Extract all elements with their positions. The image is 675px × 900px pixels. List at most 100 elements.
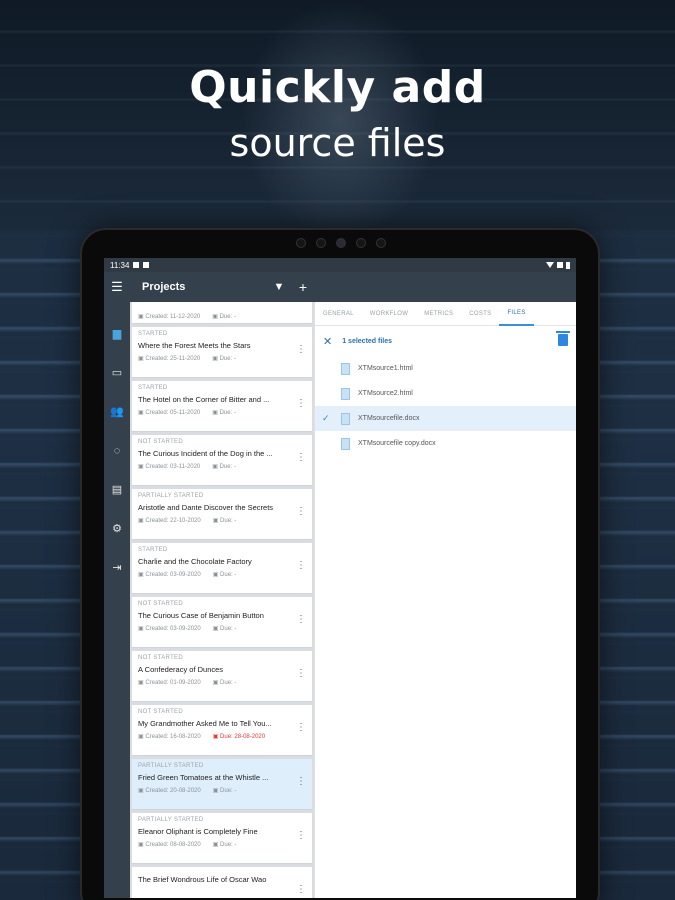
project-card[interactable]: NOT STARTED My Grandmother Asked Me to Te…: [132, 705, 312, 756]
tab-costs[interactable]: COSTS: [461, 302, 499, 326]
due-date: ▣ Due: -: [212, 680, 237, 686]
logout-icon[interactable]: ⇥: [104, 548, 130, 587]
due-date: ▣ Due: -: [212, 572, 237, 578]
project-name: Fried Green Tomatoes at the Whistle ...: [138, 773, 269, 782]
project-name: A Confederacy of Dunces: [138, 665, 224, 674]
project-meta: ▣ Created: 20-08-2020 ▣ Due: -: [138, 787, 306, 794]
navigation-rail: ▆ ▭ 👥 ◌ ▤ ⚙ ⇥: [104, 302, 130, 898]
status-time: 11:34: [110, 260, 130, 270]
project-name: Eleanor Oliphant is Completely Fine: [138, 827, 258, 836]
due-date: ▣ Due: -: [212, 626, 237, 632]
sensor-icon: [356, 238, 366, 248]
project-card[interactable]: NOT STARTED The Curious Case of Benjamin …: [132, 597, 312, 648]
project-card[interactable]: NOT STARTED The Curious Incident of the D…: [132, 435, 312, 486]
status-bar: 11:34: [104, 258, 576, 272]
more-vert-icon[interactable]: ⋮: [296, 723, 306, 733]
more-vert-icon[interactable]: ⋮: [296, 345, 306, 355]
project-status: STARTED: [138, 331, 168, 337]
file-name: XTMsourcefile copy.docx: [358, 440, 436, 447]
wifi-icon: [546, 262, 554, 268]
project-name: The Curious Case of Benjamin Button: [138, 611, 264, 620]
file-row[interactable]: ✓ XTMsourcefile.docx: [315, 406, 576, 431]
more-vert-icon[interactable]: ⋮: [296, 399, 306, 409]
project-card[interactable]: PARTIALLY STARTED Eleanor Oliphant is Com…: [132, 813, 312, 864]
headline-line-2: source files: [229, 121, 446, 165]
created-date: ▣ Created: 03-11-2020: [138, 464, 201, 470]
project-name: Where the Forest Meets the Stars: [138, 341, 251, 350]
trash-icon[interactable]: [556, 331, 570, 346]
refresh-icon[interactable]: ◌: [104, 431, 130, 470]
hamburger-icon[interactable]: ☰: [104, 279, 130, 295]
detail-tabs: GENERAL WORKFLOW METRICS COSTS FILES: [315, 302, 576, 326]
people-icon[interactable]: 👥: [104, 392, 130, 431]
project-card[interactable]: STARTED Charlie and the Chocolate Factory…: [132, 543, 312, 594]
selection-count: 1 selected files: [342, 337, 393, 345]
selection-bar: ✕ 1 selected files: [315, 326, 576, 356]
file-name: XTMsource2.html: [358, 390, 413, 397]
close-icon[interactable]: ✕: [323, 335, 332, 348]
more-vert-icon[interactable]: ⋮: [296, 831, 306, 841]
more-vert-icon[interactable]: ⋮: [296, 885, 306, 895]
sd-card-icon: [143, 262, 150, 268]
screen: 11:34 ☰ Projects ▼ + ▆ ▭ 👥 ◌ ▤ ⚙ ⇥ ▣ Created: …: [104, 258, 576, 898]
battery-icon: [566, 261, 570, 269]
camera-icon: [336, 238, 346, 248]
tab-workflow[interactable]: WORKFLOW: [362, 302, 416, 326]
project-name: The Brief Wondrous Life of Oscar Wao: [138, 875, 267, 884]
created-date: ▣ Created: 03-09-2020: [138, 626, 201, 632]
project-name: Charlie and the Chocolate Factory: [138, 557, 252, 566]
file-row[interactable]: XTMsourcefile copy.docx: [315, 431, 576, 456]
file-icon: [341, 437, 350, 450]
filter-icon[interactable]: ▼: [267, 281, 291, 293]
background-left-steps: [0, 230, 90, 900]
created-date: ▣ Created: 08-08-2020: [138, 842, 201, 848]
project-status: NOT STARTED: [138, 709, 183, 715]
project-card[interactable]: PARTIALLY STARTED Fried Green Tomatoes at…: [132, 759, 312, 810]
project-status: PARTIALLY STARTED: [138, 817, 204, 823]
project-card[interactable]: The Brief Wondrous Life of Oscar Wao ⋮: [132, 867, 312, 898]
created-date: ▣ Created: 05-11-2020: [138, 410, 201, 416]
gear-icon[interactable]: ⚙: [104, 509, 130, 548]
more-vert-icon[interactable]: ⋮: [296, 777, 306, 787]
project-card[interactable]: ▣ Created: 11-12-2020 ▣ Due: -: [132, 302, 312, 324]
project-card[interactable]: NOT STARTED A Confederacy of Dunces ▣ Crea…: [132, 651, 312, 702]
project-card[interactable]: PARTIALLY STARTED Aristotle and Dante Dis…: [132, 489, 312, 540]
file-row[interactable]: XTMsource2.html: [315, 381, 576, 406]
more-vert-icon[interactable]: ⋮: [296, 669, 306, 679]
sensor-icon: [316, 238, 326, 248]
more-vert-icon[interactable]: ⋮: [296, 561, 306, 571]
project-card[interactable]: STARTED The Hotel on the Corner of Bitter…: [132, 381, 312, 432]
file-icon: [341, 412, 350, 425]
briefcase-icon[interactable]: ▭: [104, 353, 130, 392]
due-date: ▣ Due: -: [212, 788, 237, 794]
due-date: ▣ Due: -: [212, 356, 236, 362]
due-date: ▣ Due: -: [212, 314, 236, 320]
project-name: The Hotel on the Corner of Bitter and ..…: [138, 395, 270, 404]
file-icon: [341, 362, 350, 375]
more-vert-icon[interactable]: ⋮: [296, 615, 306, 625]
project-status: PARTIALLY STARTED: [138, 493, 204, 499]
more-vert-icon[interactable]: ⋮: [296, 453, 306, 463]
plus-icon[interactable]: +: [291, 279, 315, 295]
project-meta: ▣ Created: 03-09-2020 ▣ Due: -: [138, 571, 306, 578]
file-icon: [341, 387, 350, 400]
more-vert-icon[interactable]: ⋮: [296, 507, 306, 517]
tab-metrics[interactable]: METRICS: [416, 302, 461, 326]
project-card[interactable]: STARTED Where the Forest Meets the Stars ▣…: [132, 327, 312, 378]
project-meta: ▣ Created: 11-12-2020 ▣ Due: -: [138, 313, 306, 320]
signal-icon: [557, 262, 563, 268]
tab-general[interactable]: GENERAL: [315, 302, 362, 326]
file-icon[interactable]: ▤: [104, 470, 130, 509]
project-status: NOT STARTED: [138, 601, 183, 607]
sensor-icon: [376, 238, 386, 248]
notification-icon: [133, 262, 140, 268]
due-date: ▣ Due: -: [212, 518, 237, 524]
file-row[interactable]: XTMsource1.html: [315, 356, 576, 381]
project-status: PARTIALLY STARTED: [138, 763, 204, 769]
project-name: The Curious Incident of the Dog in the .…: [138, 449, 273, 458]
project-meta: ▣ Created: 03-09-2020 ▣ Due: -: [138, 625, 306, 632]
project-status: NOT STARTED: [138, 655, 183, 661]
tab-files[interactable]: FILES: [499, 302, 534, 326]
app-bar: ☰ Projects ▼ +: [104, 272, 576, 302]
document-icon[interactable]: ▆: [104, 314, 130, 353]
